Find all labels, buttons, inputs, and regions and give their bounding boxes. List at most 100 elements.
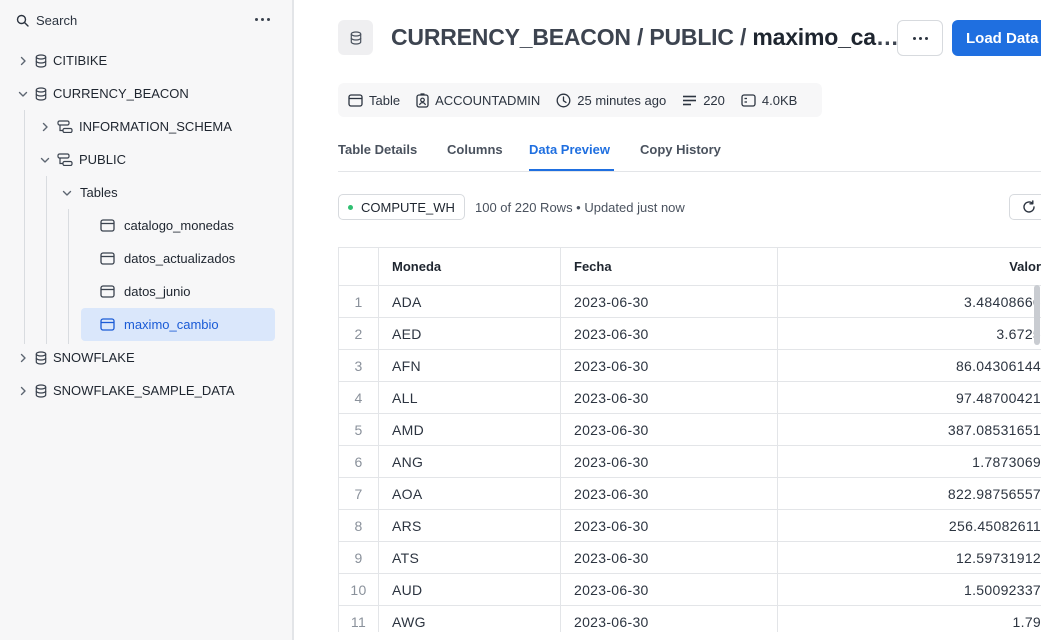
tab-table-details[interactable]: Table Details	[338, 142, 417, 157]
cell-moneda[interactable]: ADA	[379, 286, 561, 318]
chevron-down-icon[interactable]	[60, 186, 74, 200]
table-scrollbar[interactable]	[1034, 285, 1040, 345]
refresh-button[interactable]	[1009, 194, 1041, 220]
table-icon	[100, 252, 115, 265]
meta-rows: 220	[682, 93, 725, 108]
active-tab-indicator	[529, 169, 614, 171]
tree-item-currency-beacon[interactable]: CURRENCY_BEACON	[16, 77, 189, 110]
table-icon	[338, 20, 373, 55]
tree-item-label: Tables	[80, 185, 118, 200]
database-icon	[35, 350, 47, 365]
tree-item-label: maximo_cambio	[124, 317, 219, 332]
cell-valor[interactable]: 1.79	[778, 606, 1041, 632]
cell-valor[interactable]: 822.98756557	[778, 478, 1041, 510]
data-preview-table: Moneda Fecha Valor 1 ADA 2023-06-30 3.48408666…	[338, 247, 1041, 632]
load-data-button[interactable]: Load Data	[952, 20, 1041, 56]
cell-fecha[interactable]: 2023-06-30	[561, 286, 778, 318]
tree-item-maximo-cambio[interactable]: maximo_cambio	[81, 308, 275, 341]
column-header-moneda[interactable]: Moneda	[379, 248, 561, 286]
cell-valor[interactable]: 3.48408666	[778, 286, 1041, 318]
cell-fecha[interactable]: 2023-06-30	[561, 414, 778, 446]
cell-fecha[interactable]: 2023-06-30	[561, 510, 778, 542]
cell-valor[interactable]: 256.45082611	[778, 510, 1041, 542]
chevron-right-icon[interactable]	[16, 384, 30, 398]
cell-fecha[interactable]: 2023-06-30	[561, 478, 778, 510]
table-icon	[100, 318, 115, 331]
row-number: 7	[339, 478, 379, 510]
tree-item-catalogo-monedas[interactable]: catalogo_monedas	[81, 209, 275, 242]
tree-item-snowflake-sample-data[interactable]: SNOWFLAKE_SAMPLE_DATA	[16, 374, 235, 407]
search-icon	[16, 14, 29, 27]
tree-item-information-schema[interactable]: INFORMATION_SCHEMA	[38, 110, 232, 143]
cell-moneda[interactable]: AFN	[379, 350, 561, 382]
tree-item-public[interactable]: PUBLIC	[38, 143, 126, 176]
column-header-valor[interactable]: Valor	[778, 248, 1041, 286]
cell-moneda[interactable]: AED	[379, 318, 561, 350]
rows-icon	[683, 95, 697, 105]
row-number: 5	[339, 414, 379, 446]
row-number: 11	[339, 606, 379, 632]
meta-updated: 25 minutes ago	[556, 93, 666, 108]
column-header-fecha[interactable]: Fecha	[561, 248, 778, 286]
chevron-right-icon[interactable]	[38, 120, 52, 134]
cell-fecha[interactable]: 2023-06-30	[561, 446, 778, 478]
tab-data-preview[interactable]: Data Preview	[529, 142, 610, 157]
cell-valor[interactable]: 12.59731912	[778, 542, 1041, 574]
tab-copy-history[interactable]: Copy History	[640, 142, 721, 157]
cell-valor[interactable]: 97.48700421	[778, 382, 1041, 414]
warehouse-selector[interactable]: COMPUTE_WH	[338, 194, 465, 220]
tree-item-citibike[interactable]: CITIBIKE	[16, 44, 107, 77]
cell-fecha[interactable]: 2023-06-30	[561, 606, 778, 632]
cell-valor[interactable]: 86.04306144	[778, 350, 1041, 382]
owner-badge-icon	[416, 92, 429, 108]
search-box[interactable]: Search	[16, 11, 77, 29]
cell-moneda[interactable]: ALL	[379, 382, 561, 414]
cell-moneda[interactable]: AUD	[379, 574, 561, 606]
tree-item-label: CITIBIKE	[53, 53, 108, 68]
tree-item-snowflake[interactable]: SNOWFLAKE	[16, 341, 135, 374]
row-number: 6	[339, 446, 379, 478]
sidebar-more-options-icon[interactable]	[252, 11, 272, 27]
meta-type: Table	[348, 93, 400, 108]
database-icon	[35, 53, 47, 68]
chevron-down-icon[interactable]	[38, 153, 52, 167]
cell-fecha[interactable]: 2023-06-30	[561, 318, 778, 350]
meta-rows-label: 220	[703, 92, 725, 108]
cell-valor[interactable]: 1.50092337	[778, 574, 1041, 606]
row-number: 3	[339, 350, 379, 382]
row-number: 10	[339, 574, 379, 606]
tree-guide-line	[68, 209, 69, 344]
chevron-right-icon[interactable]	[16, 351, 30, 365]
cell-fecha[interactable]: 2023-06-30	[561, 542, 778, 574]
cell-fecha[interactable]: 2023-06-30	[561, 574, 778, 606]
schema-icon	[57, 153, 73, 166]
chevron-right-icon[interactable]	[16, 54, 30, 68]
more-options-button[interactable]	[897, 20, 943, 56]
cell-moneda[interactable]: ATS	[379, 542, 561, 574]
tree-item-datos-actualizados[interactable]: datos_actualizados	[81, 242, 275, 275]
table-metadata-bar: Table ACCOUNTADMIN 25 minutes ago 220 4.…	[338, 83, 822, 117]
cell-valor[interactable]: 3.6725	[778, 318, 1041, 350]
cell-moneda[interactable]: AOA	[379, 478, 561, 510]
cell-moneda[interactable]: AWG	[379, 606, 561, 632]
row-number: 9	[339, 542, 379, 574]
meta-type-label: Table	[369, 92, 401, 108]
cell-fecha[interactable]: 2023-06-30	[561, 350, 778, 382]
search-label: Search	[36, 12, 78, 28]
cell-valor[interactable]: 1.7873069	[778, 446, 1041, 478]
chevron-down-icon[interactable]	[16, 87, 30, 101]
tree-item-tables[interactable]: Tables	[60, 176, 118, 209]
cell-fecha[interactable]: 2023-06-30	[561, 382, 778, 414]
storage-icon	[741, 93, 756, 107]
tree-item-label: datos_actualizados	[124, 251, 236, 266]
clock-icon	[556, 93, 571, 107]
tree-item-datos-junio[interactable]: datos_junio	[81, 275, 275, 308]
table-icon	[348, 93, 363, 107]
cell-moneda[interactable]: ARS	[379, 510, 561, 542]
cell-moneda[interactable]: ANG	[379, 446, 561, 478]
meta-owner-label: ACCOUNTADMIN	[435, 92, 541, 108]
cell-moneda[interactable]: AMD	[379, 414, 561, 446]
table-icon	[100, 285, 115, 298]
cell-valor[interactable]: 387.08531651	[778, 414, 1041, 446]
tab-columns[interactable]: Columns	[447, 142, 503, 157]
